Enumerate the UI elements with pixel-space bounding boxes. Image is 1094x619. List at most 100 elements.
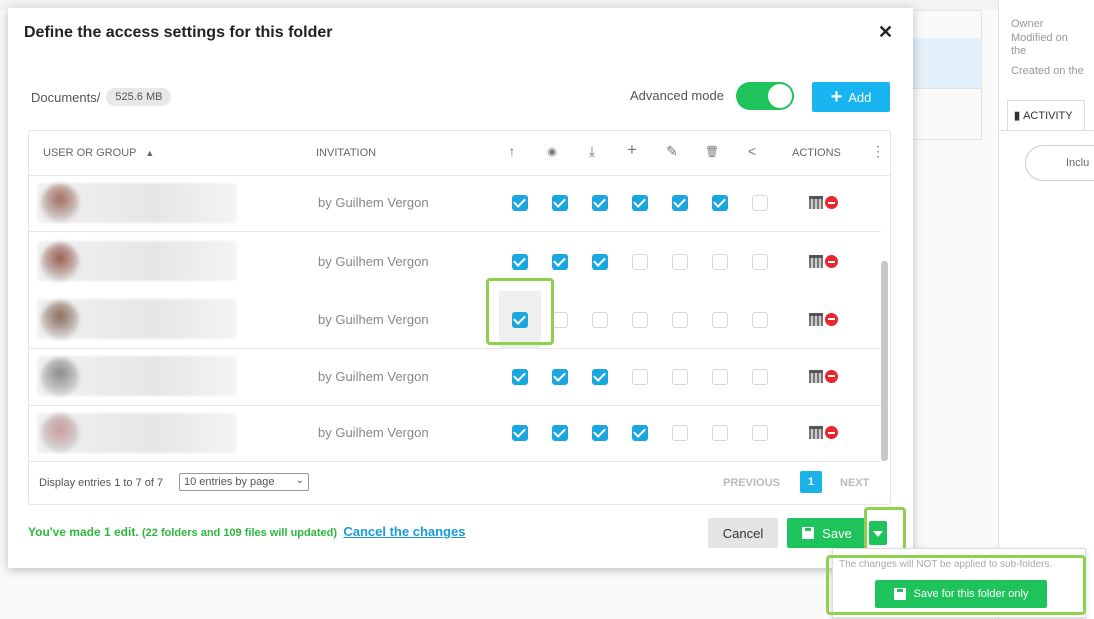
permission-checkbox-view[interactable] xyxy=(552,195,568,211)
close-icon[interactable]: ✕ xyxy=(878,22,893,43)
include-pill[interactable]: Inclu xyxy=(1025,145,1094,181)
remove-icon[interactable] xyxy=(825,255,838,268)
permission-checkbox-edit[interactable] xyxy=(672,195,688,211)
toggle-knob xyxy=(768,84,792,108)
permission-checkbox-upload[interactable] xyxy=(512,254,528,270)
permission-checkbox-delete[interactable] xyxy=(712,425,728,441)
advanced-mode-toggle[interactable] xyxy=(736,82,794,110)
permission-checkbox-share[interactable] xyxy=(752,368,768,385)
save-folder-only-label: Save for this folder only xyxy=(913,588,1029,600)
remove-icon[interactable] xyxy=(825,426,838,439)
advanced-mode-label: Advanced mode xyxy=(630,88,724,103)
table-footer: Display entries 1 to 7 of 7 10 entries b… xyxy=(29,461,890,504)
invitation-text: by Guilhem Vergon xyxy=(318,195,429,210)
header-user-or-group[interactable]: USER OR GROUP ▲ xyxy=(43,147,154,159)
table-scrollbar[interactable] xyxy=(881,261,888,461)
permission-checkbox-delete[interactable] xyxy=(712,195,728,211)
save-button[interactable]: Save xyxy=(787,518,867,548)
upload-icon: ↑ xyxy=(508,143,516,159)
permission-checkbox-edit[interactable] xyxy=(672,311,688,328)
avatar xyxy=(41,184,79,222)
column-menu-icon[interactable]: ⋮ xyxy=(871,143,885,160)
table-row: by Guilhem Vergon xyxy=(29,348,881,406)
remove-icon[interactable] xyxy=(825,196,838,209)
permission-checkbox-delete[interactable] xyxy=(712,368,728,385)
permission-checkbox-edit[interactable] xyxy=(672,425,688,441)
permission-checkbox-download[interactable] xyxy=(592,311,608,328)
permission-checkbox-create[interactable] xyxy=(632,254,648,270)
invitation-text: by Guilhem Vergon xyxy=(318,311,429,327)
permission-checkbox-share[interactable] xyxy=(752,425,768,441)
permission-checkbox-edit[interactable] xyxy=(672,368,688,385)
edit-message: You've made 1 edit. (22 folders and 109 … xyxy=(28,524,465,539)
permission-checkbox-download[interactable] xyxy=(592,368,608,385)
permission-checkbox-create[interactable] xyxy=(632,195,648,211)
access-settings-modal: Define the access settings for this fold… xyxy=(8,8,913,568)
page-1-button[interactable]: 1 xyxy=(800,471,822,493)
tab-divider xyxy=(999,130,1094,131)
row-actions xyxy=(809,196,838,209)
permission-checkbox-share[interactable] xyxy=(752,195,768,211)
edit-detail: (22 folders and 109 files will updated) xyxy=(142,527,338,539)
permission-checkbox-delete[interactable] xyxy=(712,311,728,328)
permission-checkbox-upload[interactable] xyxy=(512,195,528,211)
permission-checkbox-view[interactable] xyxy=(552,311,568,328)
next-page-button[interactable]: NEXT xyxy=(840,477,869,489)
chevron-down-icon: ⌄ xyxy=(295,475,304,486)
permission-checkbox-edit[interactable] xyxy=(672,254,688,270)
calendar-icon[interactable] xyxy=(809,426,823,439)
row-actions xyxy=(809,369,838,383)
plus-icon: + xyxy=(830,86,843,108)
remove-icon[interactable] xyxy=(825,369,838,383)
tab-activity[interactable]: ▮ ACTIVITY xyxy=(1007,100,1085,130)
add-button[interactable]: + Add xyxy=(812,82,890,112)
edit-icon: ✎ xyxy=(666,143,678,159)
size-badge: 525.6 MB xyxy=(106,88,172,106)
permission-checkbox-create[interactable] xyxy=(632,368,648,385)
floppy-icon xyxy=(802,527,815,539)
table-header: USER OR GROUP ▲ INVITATION ↑ ◉ ⤓ + ✎ 🗑 <… xyxy=(29,131,890,176)
folder-path: Documents/ 525.6 MB xyxy=(31,88,172,106)
row-actions xyxy=(809,426,838,439)
permission-checkbox-view[interactable] xyxy=(552,425,568,441)
entries-per-page-select[interactable]: 10 entries by page ⌄ xyxy=(179,473,309,491)
save-dropdown-button[interactable] xyxy=(869,521,887,545)
save-button-label: Save xyxy=(822,525,852,541)
calendar-icon[interactable] xyxy=(809,196,823,209)
save-folder-only-button[interactable]: Save for this folder only xyxy=(875,580,1047,608)
per-page-value: 10 entries by page xyxy=(184,476,275,488)
header-actions: ACTIONS xyxy=(792,147,841,159)
share-icon: < xyxy=(747,143,757,159)
permission-checkbox-upload[interactable] xyxy=(512,311,528,328)
remove-icon[interactable] xyxy=(825,312,838,326)
permission-checkbox-download[interactable] xyxy=(592,195,608,211)
caret-down-icon xyxy=(873,531,883,537)
permission-checkbox-view[interactable] xyxy=(552,254,568,270)
permission-checkbox-create[interactable] xyxy=(632,425,648,441)
previous-page-button[interactable]: PREVIOUS xyxy=(723,477,780,489)
bar-chart-icon: ▮ xyxy=(1014,110,1021,122)
calendar-icon[interactable] xyxy=(809,312,823,326)
permission-checkbox-upload[interactable] xyxy=(512,425,528,441)
cancel-button[interactable]: Cancel xyxy=(708,518,778,548)
permission-checkbox-share[interactable] xyxy=(752,311,768,328)
download-icon: ⤓ xyxy=(588,143,596,159)
permission-checkbox-share[interactable] xyxy=(752,254,768,270)
permission-checkbox-download[interactable] xyxy=(592,254,608,270)
calendar-icon[interactable] xyxy=(809,369,823,383)
avatar xyxy=(41,243,79,281)
calendar-icon[interactable] xyxy=(809,255,823,268)
cancel-changes-link[interactable]: Cancel the changes xyxy=(343,524,465,539)
permission-checkbox-delete[interactable] xyxy=(712,254,728,270)
background-selected-row xyxy=(913,38,981,88)
table-row: by Guilhem Vergon xyxy=(29,175,881,232)
header-invitation: INVITATION xyxy=(316,147,377,159)
meta-owner: Owner xyxy=(1011,18,1044,30)
permission-checkbox-create[interactable] xyxy=(632,311,648,328)
permission-checkbox-download[interactable] xyxy=(592,425,608,441)
avatar xyxy=(41,357,79,396)
sort-asc-icon: ▲ xyxy=(145,148,155,158)
table-row: by Guilhem Vergon xyxy=(29,405,881,462)
permission-checkbox-upload[interactable] xyxy=(512,368,528,385)
permission-checkbox-view[interactable] xyxy=(552,368,568,385)
